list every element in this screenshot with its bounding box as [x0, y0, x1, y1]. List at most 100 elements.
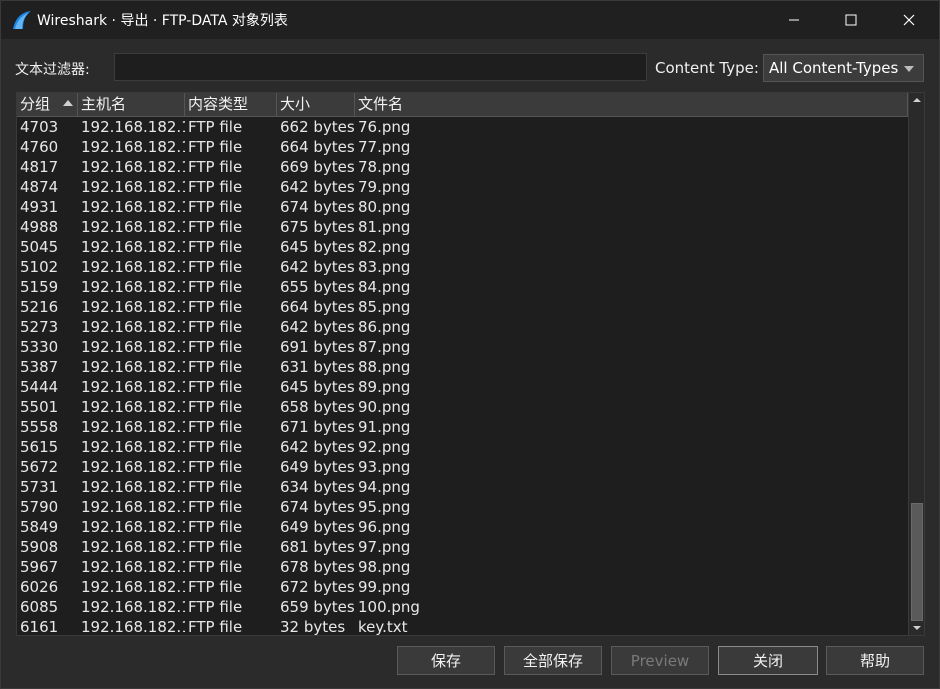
preview-button[interactable]: Preview: [611, 646, 709, 675]
cell-content-type: FTP file: [188, 158, 243, 176]
table-row[interactable]: 5790 192.168.182.1 FTP file 674 bytes 95.png: [17, 497, 908, 517]
objects-table: 分组 主机名 内容类型 大小 文件名 4703 192.168.182.1 FTP …: [16, 92, 925, 636]
cell-packet: 5672: [20, 458, 59, 476]
cell-size: 664 bytes: [280, 138, 355, 156]
scroll-thumb[interactable]: [911, 503, 923, 621]
wireshark-fin-icon: [13, 11, 31, 29]
table-row[interactable]: 6161 192.168.182.1 FTP file 32 bytes key.txt: [17, 617, 908, 636]
column-header-packet[interactable]: 分组: [17, 93, 78, 117]
cell-packet: 6161: [20, 618, 59, 636]
table-row[interactable]: 5672 192.168.182.1 FTP file 649 bytes 93.png: [17, 457, 908, 477]
cell-packet: 5102: [20, 258, 59, 276]
window-title: Wireshark · 导出 · FTP-DATA 对象列表: [37, 13, 288, 29]
table-row[interactable]: 5615 192.168.182.1 FTP file 642 bytes 92.png: [17, 437, 908, 457]
cell-packet: 5501: [20, 398, 59, 416]
cell-packet: 4931: [20, 198, 59, 216]
cell-size: 642 bytes: [280, 438, 355, 456]
table-row[interactable]: 5330 192.168.182.1 FTP file 691 bytes 87.png: [17, 337, 908, 357]
cell-content-type: FTP file: [188, 118, 243, 136]
cell-hostname: 192.168.182.1: [81, 158, 185, 176]
cell-packet: 4988: [20, 218, 59, 236]
minimize-button[interactable]: [765, 1, 823, 39]
column-header-filename[interactable]: 文件名: [355, 93, 908, 117]
cell-packet: 5330: [20, 338, 59, 356]
table-row[interactable]: 6026 192.168.182.1 FTP file 672 bytes 99.png: [17, 577, 908, 597]
content-type-select[interactable]: All Content-Types: [763, 54, 924, 82]
cell-filename: 94.png: [358, 478, 411, 496]
cell-hostname: 192.168.182.1: [81, 278, 185, 296]
table-row[interactable]: 4760 192.168.182.1 FTP file 664 bytes 77.png: [17, 137, 908, 157]
cell-content-type: FTP file: [188, 598, 243, 616]
table-row[interactable]: 5908 192.168.182.1 FTP file 681 bytes 97.png: [17, 537, 908, 557]
cell-packet: 4703: [20, 118, 59, 136]
cell-size: 674 bytes: [280, 498, 355, 516]
cell-filename: 83.png: [358, 258, 411, 276]
cell-content-type: FTP file: [188, 358, 243, 376]
cell-hostname: 192.168.182.1: [81, 218, 185, 236]
cell-size: 645 bytes: [280, 238, 355, 256]
close-window-button[interactable]: [880, 1, 938, 39]
column-header-hostname[interactable]: 主机名: [78, 93, 185, 117]
cell-hostname: 192.168.182.1: [81, 378, 185, 396]
cell-packet: 5908: [20, 538, 59, 556]
cell-hostname: 192.168.182.1: [81, 178, 185, 196]
cell-hostname: 192.168.182.1: [81, 558, 185, 576]
table-row[interactable]: 5273 192.168.182.1 FTP file 642 bytes 86.png: [17, 317, 908, 337]
cell-packet: 5615: [20, 438, 59, 456]
table-row[interactable]: 5731 192.168.182.1 FTP file 634 bytes 94.png: [17, 477, 908, 497]
table-row[interactable]: 4703 192.168.182.1 FTP file 662 bytes 76.png: [17, 117, 908, 137]
cell-size: 674 bytes: [280, 198, 355, 216]
table-row[interactable]: 5102 192.168.182.1 FTP file 642 bytes 83.png: [17, 257, 908, 277]
cell-content-type: FTP file: [188, 418, 243, 436]
scroll-down-button[interactable]: [909, 621, 924, 635]
cell-size: 655 bytes: [280, 278, 355, 296]
table-row[interactable]: 5967 192.168.182.1 FTP file 678 bytes 98.png: [17, 557, 908, 577]
table-row[interactable]: 5501 192.168.182.1 FTP file 658 bytes 90.png: [17, 397, 908, 417]
table-row[interactable]: 4931 192.168.182.1 FTP file 674 bytes 80.png: [17, 197, 908, 217]
table-row[interactable]: 5387 192.168.182.1 FTP file 631 bytes 88.png: [17, 357, 908, 377]
column-header-size[interactable]: 大小: [277, 93, 355, 117]
cell-hostname: 192.168.182.1: [81, 498, 185, 516]
cell-filename: 97.png: [358, 538, 411, 556]
title-bar[interactable]: Wireshark · 导出 · FTP-DATA 对象列表: [1, 1, 939, 39]
cell-filename: 86.png: [358, 318, 411, 336]
cell-filename: 79.png: [358, 178, 411, 196]
cell-filename: 85.png: [358, 298, 411, 316]
cell-hostname: 192.168.182.1: [81, 258, 185, 276]
cell-packet: 5731: [20, 478, 59, 496]
table-row[interactable]: 5216 192.168.182.1 FTP file 664 bytes 85.png: [17, 297, 908, 317]
table-row[interactable]: 5159 192.168.182.1 FTP file 655 bytes 84.png: [17, 277, 908, 297]
cell-hostname: 192.168.182.1: [81, 238, 185, 256]
cell-filename: 90.png: [358, 398, 411, 416]
scroll-track[interactable]: [911, 107, 923, 621]
table-row[interactable]: 4988 192.168.182.1 FTP file 675 bytes 81.png: [17, 217, 908, 237]
save-all-button[interactable]: 全部保存: [504, 646, 602, 675]
save-button[interactable]: 保存: [397, 646, 495, 675]
table-row[interactable]: 6085 192.168.182.1 FTP file 659 bytes 100.pn…: [17, 597, 908, 617]
cell-size: 691 bytes: [280, 338, 355, 356]
scroll-up-button[interactable]: [909, 93, 924, 107]
table-row[interactable]: 5444 192.168.182.1 FTP file 645 bytes 89.png: [17, 377, 908, 397]
table-row[interactable]: 4874 192.168.182.1 FTP file 642 bytes 79.png: [17, 177, 908, 197]
cell-hostname: 192.168.182.1: [81, 438, 185, 456]
cell-content-type: FTP file: [188, 318, 243, 336]
cell-filename: 81.png: [358, 218, 411, 236]
cell-content-type: FTP file: [188, 438, 243, 456]
maximize-button[interactable]: [822, 1, 880, 39]
cell-hostname: 192.168.182.1: [81, 398, 185, 416]
table-row[interactable]: 4817 192.168.182.1 FTP file 669 bytes 78.png: [17, 157, 908, 177]
close-button[interactable]: 关闭: [718, 646, 818, 675]
cell-content-type: FTP file: [188, 138, 243, 156]
help-button[interactable]: 帮助: [826, 646, 924, 675]
text-filter-input[interactable]: [114, 53, 647, 81]
cell-filename: 82.png: [358, 238, 411, 256]
vertical-scrollbar[interactable]: [908, 93, 924, 635]
table-row[interactable]: 5849 192.168.182.1 FTP file 649 bytes 96.png: [17, 517, 908, 537]
cell-size: 642 bytes: [280, 258, 355, 276]
cell-filename: 93.png: [358, 458, 411, 476]
table-row[interactable]: 5045 192.168.182.1 FTP file 645 bytes 82.png: [17, 237, 908, 257]
column-header-content-type[interactable]: 内容类型: [185, 93, 277, 117]
cell-packet: 4817: [20, 158, 59, 176]
cell-size: 678 bytes: [280, 558, 355, 576]
table-row[interactable]: 5558 192.168.182.1 FTP file 671 bytes 91.png: [17, 417, 908, 437]
